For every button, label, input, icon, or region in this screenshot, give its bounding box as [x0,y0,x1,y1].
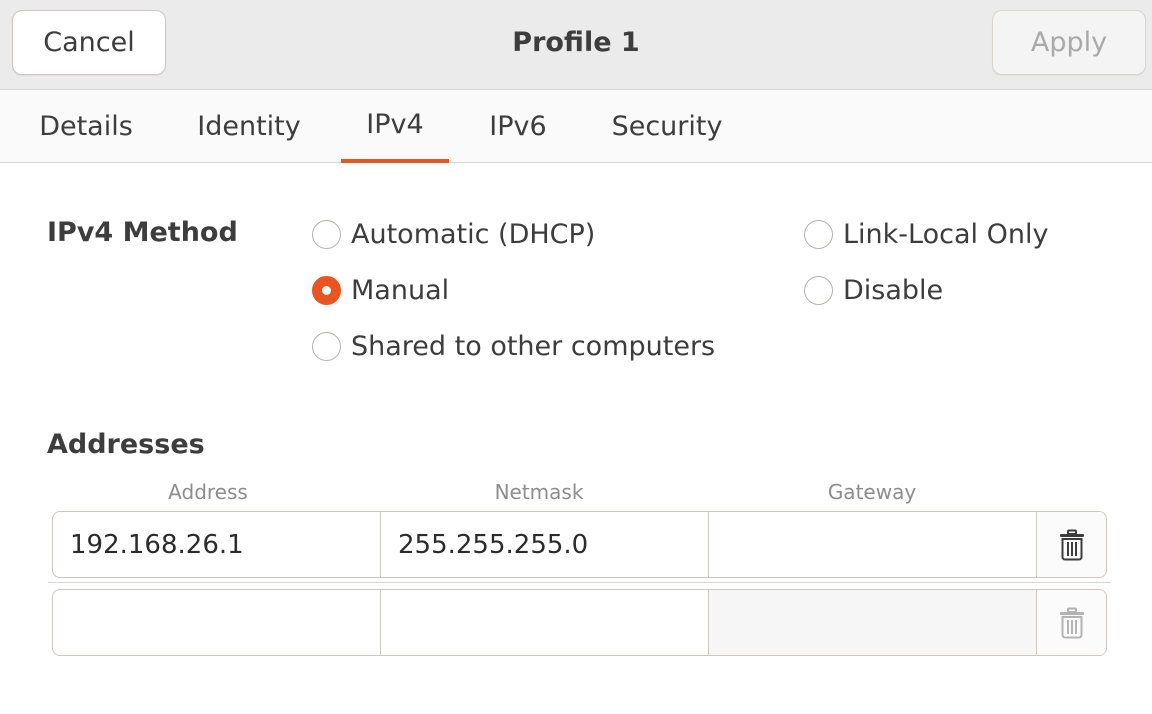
radio-label: Disable [843,274,944,306]
radio-button[interactable] [804,219,833,249]
radio-label: Automatic (DHCP) [351,218,596,250]
radio-disable[interactable]: Disable [804,270,943,310]
radio-link-local-only[interactable]: Link-Local Only [804,214,1048,254]
addresses-label: Addresses [47,429,205,460]
gateway-field[interactable] [709,590,1037,655]
tab-details[interactable]: Details [20,90,152,163]
address-row: 192.168.26.1 255.255.255.0 [52,511,1107,578]
delete-address-button[interactable] [1037,512,1106,577]
ipv4-method-label: IPv4 Method [47,217,238,248]
gateway-field[interactable] [709,512,1037,577]
tab-security[interactable]: Security [596,90,738,163]
radio-label: Link-Local Only [843,218,1049,250]
tab-ipv4[interactable]: IPv4 [341,90,449,163]
tab-ipv6[interactable]: IPv6 [470,90,566,163]
column-header-address: Address [168,480,248,504]
dialog-title: Profile 1 [512,27,640,58]
tab-bar: Details Identity IPv4 IPv6 Security [0,90,1152,163]
row-divider [48,582,1111,583]
trash-icon [1059,529,1085,561]
radio-button[interactable] [804,275,833,305]
column-header-netmask: Netmask [494,480,584,504]
address-row [52,589,1107,656]
radio-automatic-dhcp[interactable]: Automatic (DHCP) [312,214,595,254]
netmask-field[interactable]: 255.255.255.0 [381,512,709,577]
column-header-gateway: Gateway [827,480,917,504]
radio-label: Manual [351,274,450,306]
tab-identity[interactable]: Identity [180,90,318,163]
radio-manual[interactable]: Manual [312,270,449,310]
delete-address-button[interactable] [1037,590,1106,655]
radio-button[interactable] [312,219,341,249]
cancel-button[interactable]: Cancel [12,10,166,75]
header-bar: Cancel Profile 1 Apply [0,0,1152,90]
apply-button[interactable]: Apply [992,10,1146,75]
radio-shared[interactable]: Shared to other computers [312,326,715,366]
trash-icon [1059,607,1085,639]
radio-label: Shared to other computers [351,330,716,362]
radio-button-checked[interactable] [312,275,341,305]
netmask-field[interactable] [381,590,709,655]
radio-button[interactable] [312,331,341,361]
address-field[interactable] [53,590,381,655]
address-field[interactable]: 192.168.26.1 [53,512,381,577]
